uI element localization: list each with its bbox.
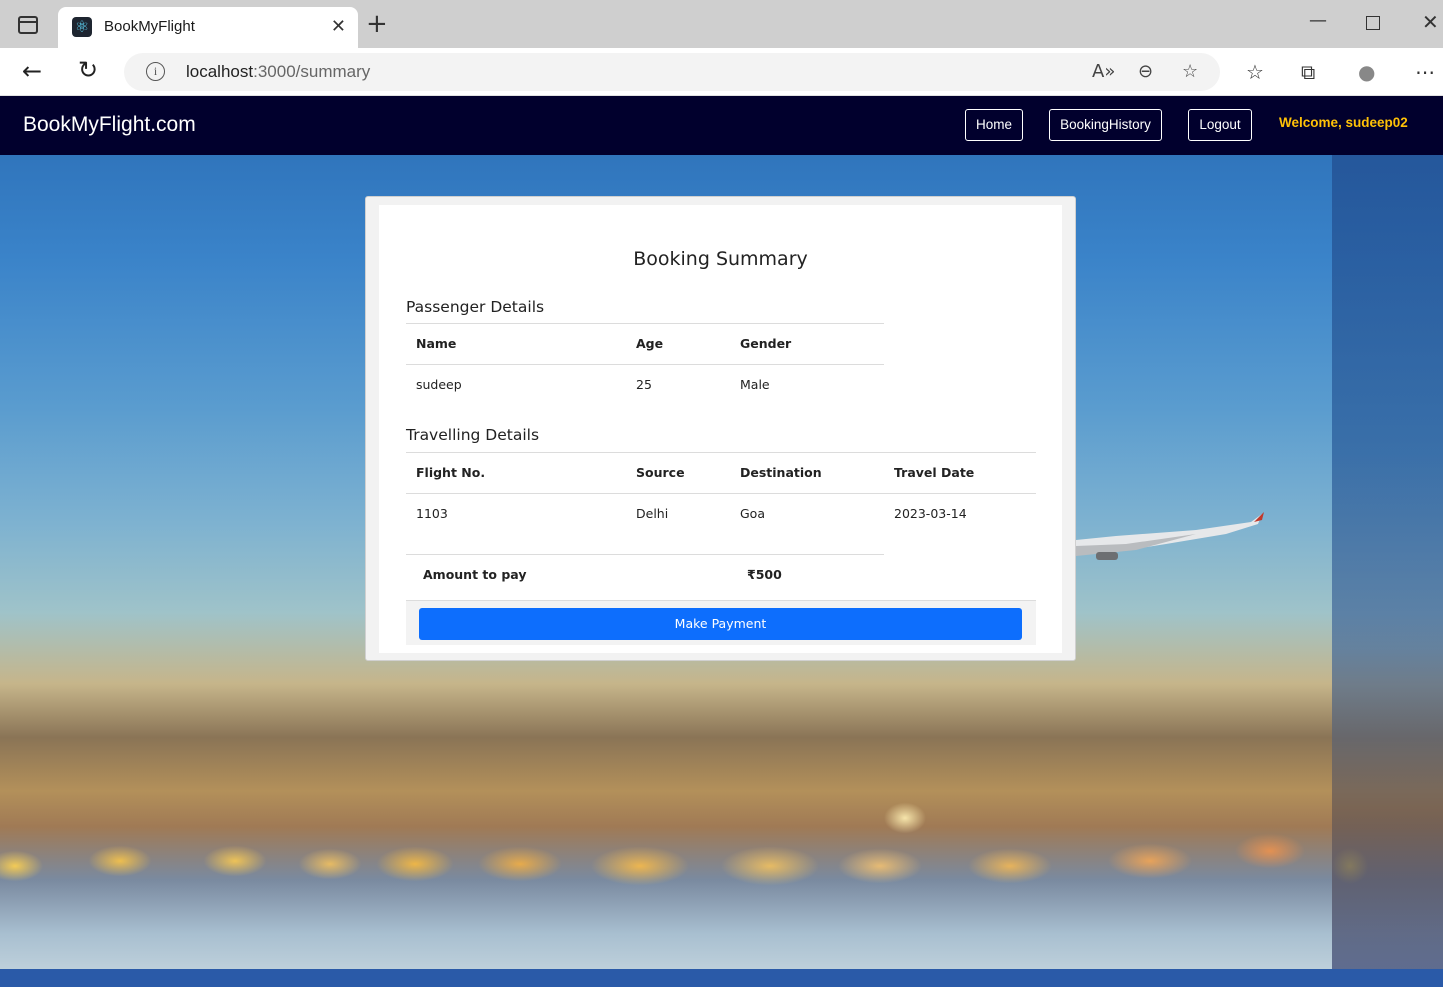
tab-sidebar-icon[interactable] (18, 16, 38, 34)
read-aloud-icon[interactable]: A» (1092, 61, 1115, 82)
travel-col-destination: Destination (740, 465, 822, 480)
divider (406, 452, 1036, 453)
app-navbar: BookMyFlight.com Home BookingHistory Log… (0, 96, 1443, 155)
zoom-out-icon[interactable]: ⊖ (1138, 61, 1153, 82)
background-bottom-strip (0, 969, 1443, 987)
divider (406, 554, 884, 555)
url-box[interactable]: i localhost:3000/summary A» ⊖ ☆ (124, 53, 1220, 91)
divider (406, 323, 884, 324)
maximize-icon[interactable] (1366, 16, 1380, 30)
amount-value: ₹500 (747, 567, 782, 582)
react-favicon-icon: ⚛ (72, 17, 92, 37)
favorites-icon[interactable]: ☆ (1246, 60, 1264, 84)
destination-cell: Goa (740, 506, 765, 521)
passenger-age-cell: 25 (636, 377, 652, 392)
make-payment-button[interactable]: Make Payment (419, 608, 1022, 640)
divider (406, 364, 884, 365)
close-window-icon[interactable]: ✕ (1422, 10, 1439, 34)
profile-icon[interactable]: ● (1358, 60, 1375, 84)
card-title: Booking Summary (633, 248, 808, 270)
browser-tab[interactable]: ⚛ BookMyFlight ✕ (58, 7, 358, 48)
minimize-icon[interactable]: — (1309, 10, 1327, 31)
passenger-col-age: Age (636, 336, 664, 351)
browser-address-bar: ← ↻ i localhost:3000/summary A» ⊖ ☆ ☆ ⧉ … (0, 48, 1443, 96)
booking-summary-card: Booking Summary Passenger Details Name A… (365, 196, 1076, 661)
home-button[interactable]: Home (965, 109, 1023, 141)
flight-number-cell: 1103 (416, 506, 448, 521)
booking-history-button[interactable]: BookingHistory (1049, 109, 1162, 141)
booking-summary-body: Booking Summary Passenger Details Name A… (379, 205, 1062, 653)
passenger-col-gender: Gender (740, 336, 792, 351)
travelling-details-heading: Travelling Details (406, 426, 540, 444)
travel-col-flight: Flight No. (416, 465, 486, 480)
amount-label: Amount to pay (423, 567, 527, 582)
new-tab-icon[interactable]: + (366, 10, 388, 38)
travel-date-cell: 2023-03-14 (894, 506, 967, 521)
more-icon[interactable]: ⋯ (1415, 60, 1435, 84)
tab-title: BookMyFlight (104, 18, 195, 35)
url-text[interactable]: localhost:3000/summary (186, 62, 370, 82)
background-right-strip (1332, 96, 1443, 987)
payment-footer: Make Payment (406, 600, 1036, 645)
passenger-details-heading: Passenger Details (406, 298, 545, 316)
source-cell: Delhi (636, 506, 669, 521)
travel-col-source: Source (636, 465, 685, 480)
brand-logo[interactable]: BookMyFlight.com (23, 113, 196, 137)
passenger-col-name: Name (416, 336, 457, 351)
airplane-image (1076, 512, 1264, 560)
passenger-gender-cell: Male (740, 377, 770, 392)
collections-icon[interactable]: ⧉ (1301, 60, 1315, 84)
page-content: BookMyFlight.com Home BookingHistory Log… (0, 96, 1443, 987)
url-host: localhost (186, 62, 254, 81)
divider (406, 493, 1036, 494)
browser-tab-bar: ⚛ BookMyFlight ✕ + — ✕ (0, 0, 1443, 48)
travel-col-date: Travel Date (894, 465, 975, 480)
back-icon[interactable]: ← (22, 57, 42, 85)
url-path: :3000/summary (253, 62, 371, 81)
add-favorite-icon[interactable]: ☆ (1182, 61, 1198, 82)
welcome-text: Welcome, sudeep02 (1279, 115, 1408, 130)
passenger-name-cell: sudeep (416, 377, 462, 392)
reload-icon[interactable]: ↻ (78, 56, 98, 84)
close-tab-icon[interactable]: ✕ (331, 16, 346, 37)
logout-button[interactable]: Logout (1188, 109, 1252, 141)
site-info-icon[interactable]: i (146, 62, 165, 81)
